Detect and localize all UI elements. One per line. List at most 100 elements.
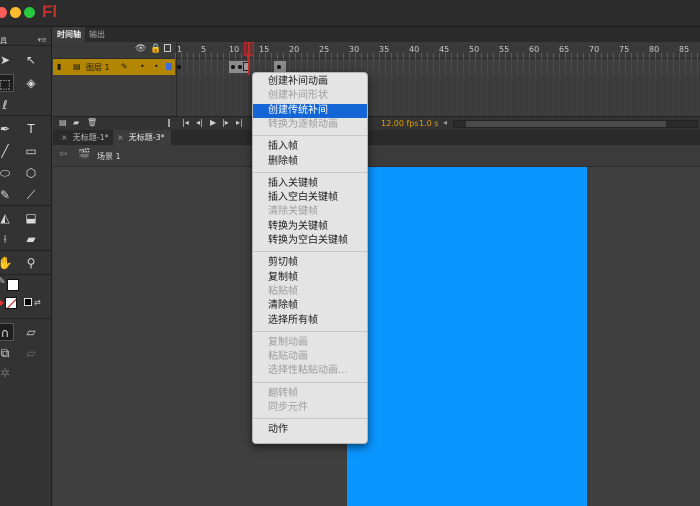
timeline-empty-area <box>53 75 700 116</box>
first-frame-icon[interactable]: |◂ <box>182 118 189 127</box>
rectangle-icon[interactable]: ▭ <box>22 142 40 160</box>
menu-item: 清除关键帧 <box>268 206 318 218</box>
lock-dot-icon[interactable]: • <box>154 62 159 71</box>
frame-number: 15 <box>259 45 270 54</box>
menu-item[interactable]: 创建传统补间 <box>253 103 367 118</box>
menu-item[interactable]: 选择所有帧 <box>253 314 367 328</box>
menu-separator <box>253 418 367 420</box>
outline-icon[interactable] <box>164 44 171 52</box>
document-tabbar: × 无标题-1* × 无标题-3* <box>53 130 700 145</box>
stage-canvas[interactable] <box>347 167 587 506</box>
delete-layer-icon[interactable]: 🗑 <box>87 118 97 127</box>
panel-menu-icon[interactable]: ▾≡ <box>38 36 47 44</box>
polystar-icon[interactable]: ⬡ <box>22 164 40 182</box>
menu-item[interactable]: 清除帧 <box>253 299 367 313</box>
frame-number: 45 <box>439 45 450 54</box>
fps-readout[interactable]: 12.00 fps <box>381 119 419 128</box>
frame-number: 40 <box>409 45 420 54</box>
hand-icon[interactable]: ✋ <box>0 254 14 272</box>
next-frame-icon[interactable]: |▸ <box>222 118 229 127</box>
keyframe[interactable] <box>231 65 235 69</box>
menu-item[interactable]: 删除帧 <box>253 155 367 169</box>
text-icon[interactable]: T <box>22 120 40 138</box>
tab-output[interactable]: 输出 <box>85 27 109 42</box>
oval-icon[interactable]: ⬭ <box>0 164 14 182</box>
menu-item[interactable]: 转换为关键帧 <box>253 220 367 234</box>
menu-separator <box>253 381 367 383</box>
pencil-icon[interactable]: ✎ <box>0 186 14 204</box>
layer-row[interactable]: ▮ ▤ 图层 1 ✎ • • <box>53 59 700 75</box>
envelope-option-icon: ▱ <box>26 346 36 360</box>
zoom-icon[interactable]: ⚲ <box>22 254 40 272</box>
close-tab-icon[interactable]: × <box>61 133 68 142</box>
pen-icon[interactable]: ✒ <box>0 120 14 138</box>
scrollbar-thumb[interactable] <box>466 121 666 127</box>
zoom-window-button[interactable] <box>24 7 35 18</box>
keyframe[interactable] <box>177 65 181 69</box>
skew-option-icon[interactable]: ▱ <box>22 323 40 341</box>
menu-item[interactable]: 复制帧 <box>253 271 367 285</box>
frame-number: 10 <box>229 45 240 54</box>
minimize-window-button[interactable] <box>10 7 21 18</box>
layer-color-icon[interactable] <box>166 63 172 70</box>
drag-handle-icon: ▮ <box>57 62 62 71</box>
timeline-scrollbar[interactable] <box>453 120 698 128</box>
menu-separator <box>253 135 367 137</box>
frame-number: 50 <box>469 45 480 54</box>
tab-timeline[interactable]: 时间轴 <box>53 27 85 42</box>
frame-number: 35 <box>379 45 390 54</box>
distort-option-icon[interactable]: ⧉ <box>0 344 14 362</box>
doc-tab-3[interactable]: × 无标题-3* <box>113 130 171 145</box>
3d-rotation-icon[interactable]: ◈ <box>22 74 40 92</box>
ink-bottle-icon[interactable]: ⬓ <box>22 209 40 227</box>
new-folder-icon[interactable]: ▰ <box>73 118 79 127</box>
menu-item: 同步元件 <box>268 402 308 413</box>
visible-dot-icon[interactable]: • <box>140 62 145 71</box>
close-tab-icon[interactable]: × <box>117 133 124 142</box>
black-white-icon[interactable] <box>24 298 32 306</box>
menu-item: 粘贴动画 <box>268 351 308 363</box>
menu-separator <box>253 171 367 173</box>
scroll-left-icon[interactable]: ◂ <box>443 118 447 127</box>
eye-icon[interactable]: 👁 <box>135 44 146 54</box>
lock-icon[interactable]: 🔒 <box>150 44 161 54</box>
playhead[interactable] <box>248 42 250 75</box>
subselection-arrow-icon[interactable]: ↖ <box>22 51 40 69</box>
stroke-color-swatch[interactable] <box>7 279 19 291</box>
menu-item[interactable]: 插入关键帧 <box>253 177 367 191</box>
frame-number: 85 <box>679 45 690 54</box>
menu-item[interactable]: 剪切帧 <box>253 256 367 270</box>
close-window-button[interactable] <box>0 7 7 18</box>
menu-item[interactable]: 插入帧 <box>253 140 367 154</box>
elapsed-time-readout[interactable]: 1.0 s <box>419 119 438 128</box>
eraser-icon[interactable]: ▰ <box>22 230 40 248</box>
magnet-snap-icon[interactable]: ∩ <box>0 323 14 341</box>
selection-arrow-icon[interactable]: ➤ <box>0 51 14 69</box>
back-arrow-icon[interactable]: ⇦ <box>59 149 67 160</box>
swap-colors-icon[interactable]: ⇄ <box>34 298 41 307</box>
frame-number: 30 <box>349 45 360 54</box>
keyframe[interactable] <box>277 65 281 69</box>
new-layer-icon[interactable]: ▤ <box>59 118 67 127</box>
paint-bucket-icon[interactable]: ◭ <box>0 209 14 227</box>
menu-item[interactable]: 创建补间动画 <box>253 75 367 89</box>
menu-item[interactable]: 插入空白关键帧 <box>253 191 367 205</box>
app-logo: Fl <box>42 2 58 21</box>
line-icon[interactable]: ╱ <box>0 142 14 160</box>
keyframe[interactable] <box>238 65 242 69</box>
play-icon[interactable]: ▶ <box>210 118 216 127</box>
scene-breadcrumb[interactable]: 场景 1 <box>97 151 121 162</box>
layer-header[interactable]: ▮ ▤ 图层 1 ✎ • • <box>53 59 175 75</box>
previous-frame-icon[interactable]: ◂| <box>196 118 203 127</box>
menu-item[interactable]: 转换为空白关键帧 <box>253 234 367 248</box>
layer-name[interactable]: 图层 1 <box>86 62 110 73</box>
lasso-icon[interactable]: ℓ <box>0 96 14 114</box>
eyedropper-icon[interactable]: ⟊ <box>0 230 14 248</box>
menu-item[interactable]: 动作 <box>253 423 367 437</box>
timeline-ruler[interactable]: 👁 🔒 1 5 10 15 20 25 30 35 40 45 50 55 60… <box>53 42 700 59</box>
free-transform-icon[interactable]: ⬚ <box>0 74 14 92</box>
brush-icon[interactable]: ⟋ <box>22 186 40 204</box>
doc-tab-1[interactable]: × 无标题-1* <box>57 130 115 145</box>
fill-color-swatch[interactable] <box>5 297 17 309</box>
last-frame-icon[interactable]: ▸| <box>236 118 243 127</box>
